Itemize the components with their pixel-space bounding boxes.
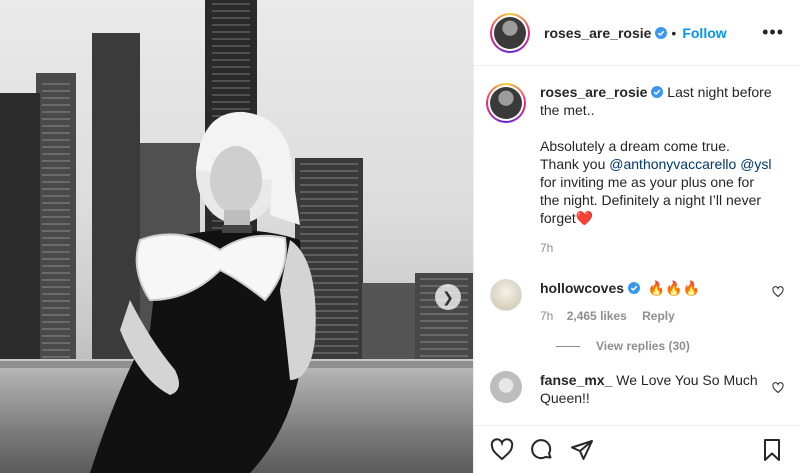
separator-dot: • <box>671 24 677 41</box>
more-options-icon[interactable]: ••• <box>762 22 784 43</box>
mention-link[interactable]: @ysl <box>740 156 771 172</box>
like-comment-button[interactable] <box>772 279 784 323</box>
divider-line <box>556 345 580 347</box>
save-button[interactable] <box>760 438 784 462</box>
comment-username[interactable]: fanse_mx_ <box>540 372 612 388</box>
like-comment-button[interactable] <box>772 371 784 407</box>
comment-button[interactable] <box>530 438 554 462</box>
follow-button[interactable]: Follow <box>682 25 726 41</box>
heart-emoji: ❤️ <box>575 210 594 226</box>
person-figure <box>90 111 316 473</box>
heart-icon <box>772 286 784 298</box>
view-replies-label: View replies (30) <box>596 339 690 353</box>
avatar-image <box>494 16 526 49</box>
comment-icon <box>531 438 552 459</box>
heart-icon <box>772 382 784 394</box>
share-button[interactable] <box>570 438 594 462</box>
verified-badge-icon <box>655 26 668 39</box>
like-button[interactable] <box>490 437 514 462</box>
comment-item: fanse_mx_ We Love You So Much Queen!! <box>490 371 784 407</box>
caption-avatar[interactable] <box>486 83 526 123</box>
post-sidebar: roses_are_rosie • Follow ••• roses_are_r… <box>473 0 800 473</box>
comment-text: fanse_mx_ We Love You So Much Queen!! <box>540 371 772 407</box>
bookmark-icon <box>764 438 780 461</box>
caption: roses_are_rosie Last night before the me… <box>486 83 784 255</box>
post-header: roses_are_rosie • Follow ••• <box>474 0 800 66</box>
avatar-image <box>490 87 522 119</box>
comment-username[interactable]: hollowcoves <box>540 280 624 296</box>
heart-icon <box>490 437 514 460</box>
commenter-avatar[interactable] <box>490 371 522 403</box>
commenter-avatar[interactable] <box>490 279 522 311</box>
next-photo-button[interactable]: ❯ <box>435 284 461 310</box>
caption-text: roses_are_rosie Last night before the me… <box>540 83 772 227</box>
post-actions <box>474 425 800 473</box>
view-replies-button[interactable]: View replies (30) <box>556 339 784 353</box>
comment-item: hollowcoves 🔥🔥🔥 7h 2,465 likes Reply <box>490 279 784 323</box>
comments-list[interactable]: roses_are_rosie Last night before the me… <box>474 67 800 425</box>
comment-body: 🔥🔥🔥 <box>647 280 701 296</box>
caption-body-end: for inviting me as your plus one for the… <box>540 174 762 226</box>
verified-badge-icon <box>651 86 664 98</box>
post-photo[interactable]: ❯ <box>0 0 473 473</box>
comment-time[interactable]: 7h <box>540 309 553 323</box>
mention-link[interactable]: @anthonyvaccarello <box>609 156 736 172</box>
caption-time[interactable]: 7h <box>540 241 772 255</box>
author-username[interactable]: roses_are_rosie <box>544 25 651 41</box>
comment-text: hollowcoves 🔥🔥🔥 <box>540 279 772 297</box>
reply-button[interactable]: Reply <box>642 309 675 323</box>
author-avatar[interactable] <box>490 12 530 53</box>
verified-badge-icon <box>628 282 641 294</box>
share-icon <box>571 439 593 460</box>
comment-likes[interactable]: 2,465 likes <box>567 309 627 323</box>
chevron-right-icon: ❯ <box>442 288 454 305</box>
caption-username[interactable]: roses_are_rosie <box>540 84 647 100</box>
comment-meta: 7h 2,465 likes Reply <box>540 309 772 323</box>
